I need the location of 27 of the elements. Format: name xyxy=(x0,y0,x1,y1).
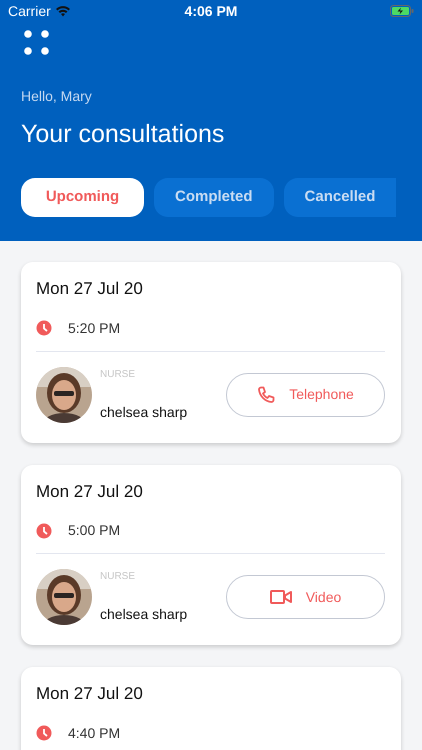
call-button[interactable]: Video xyxy=(226,575,385,619)
tab[interactable]: Completed xyxy=(154,178,274,217)
wifi-icon xyxy=(54,5,71,17)
date-text: Mon 27 Jul 20 xyxy=(36,278,144,300)
battery-icon xyxy=(390,5,414,17)
role-label: NURSE xyxy=(100,570,136,584)
tab[interactable]: Upcoming xyxy=(21,178,144,217)
greeting-text: Hello, Mary xyxy=(21,87,93,106)
time-text: 5:00 PM xyxy=(68,521,120,540)
person-name: chelsea sharp xyxy=(100,402,188,422)
call-button[interactable]: Telephone xyxy=(226,372,385,416)
video-camera-icon xyxy=(270,589,292,605)
time-text: 4:40 PM xyxy=(68,724,120,742)
clock-time: 4:06 PM xyxy=(184,2,238,20)
role-label: NURSE xyxy=(100,368,136,382)
clock-icon xyxy=(36,522,52,538)
tab[interactable]: Cancelled xyxy=(284,178,396,217)
page-title: Your consultations xyxy=(21,119,226,149)
date-text: Mon 27 Jul 20 xyxy=(36,480,144,502)
date-text: Mon 27 Jul 20 xyxy=(36,683,144,705)
carrier-label: Carrier xyxy=(8,2,51,20)
phone-icon xyxy=(257,386,276,404)
person-name: chelsea sharp xyxy=(100,605,188,624)
time-text: 5:20 PM xyxy=(68,318,120,338)
menu-icon[interactable] xyxy=(24,30,50,56)
clock-icon xyxy=(36,725,52,741)
clock-icon xyxy=(36,320,52,336)
